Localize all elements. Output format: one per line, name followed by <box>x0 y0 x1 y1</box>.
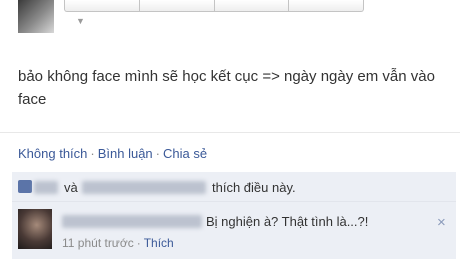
post-text: bảo không face mình sẽ học kết cục => ng… <box>18 68 435 108</box>
share-link[interactable]: Chia sẻ <box>163 146 207 161</box>
comment-text: Bị nghiện à? Thật tình là...?! <box>206 214 369 229</box>
caret-down-icon: ▼ <box>76 16 85 26</box>
comment-link[interactable]: Bình luận <box>98 146 153 161</box>
blurred-commenter-name <box>62 215 202 228</box>
likes-summary: và thích điều này. <box>12 172 456 202</box>
comment-item: Bị nghiện à? Thật tình là...?! 11 phút t… <box>12 202 456 259</box>
dislike-link[interactable]: Không thích <box>18 146 87 161</box>
thumbs-up-icon <box>18 180 32 193</box>
comment-timestamp[interactable]: 11 phút trước <box>62 236 134 250</box>
button-segment[interactable] <box>215 0 290 11</box>
separator: · <box>155 146 161 161</box>
comment-like-link[interactable]: Thích <box>144 236 174 250</box>
blurred-name <box>82 181 206 194</box>
button-segment[interactable] <box>65 0 140 11</box>
button-segment[interactable] <box>289 0 363 11</box>
separator: · <box>136 236 141 250</box>
commenter-avatar[interactable] <box>18 209 52 249</box>
separator: · <box>90 146 95 161</box>
post-actions: Không thích · Bình luận · Chia sẻ <box>18 146 207 161</box>
close-icon[interactable]: × <box>437 214 446 231</box>
blurred-name <box>34 181 58 194</box>
previous-post-strip: ▼ <box>0 0 460 36</box>
button-group <box>64 0 364 12</box>
previous-avatar <box>18 0 54 33</box>
button-segment[interactable] <box>140 0 215 11</box>
comment-meta: 11 phút trước · Thích <box>62 236 174 250</box>
likes-and-word: và <box>64 180 78 195</box>
likes-suffix: thích điều này. <box>212 180 296 195</box>
